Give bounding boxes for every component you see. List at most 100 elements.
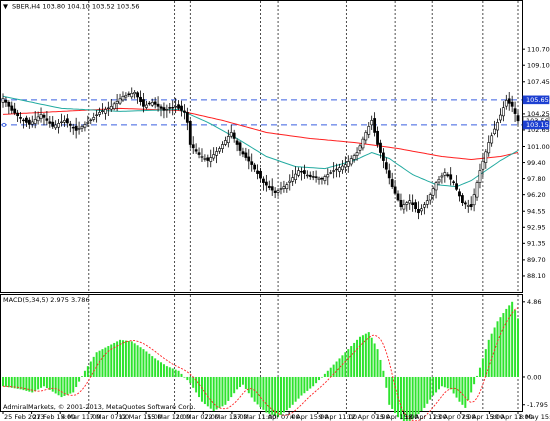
macd-bar — [437, 376, 440, 390]
candle-body — [63, 120, 66, 123]
candle-body — [153, 101, 157, 105]
candle-body — [267, 185, 271, 188]
macd-bar — [212, 376, 215, 411]
macd-bar — [414, 376, 417, 418]
y-tick-label: 101.00 — [527, 143, 550, 151]
macd-bar — [449, 376, 452, 390]
candle-body — [174, 106, 178, 108]
candle-body — [104, 109, 107, 114]
macd-bar — [177, 370, 180, 377]
macd-bar — [315, 376, 318, 384]
candle-body — [516, 115, 520, 122]
macd-bar — [361, 335, 364, 377]
macd-bar — [288, 376, 291, 408]
macd-bar — [265, 376, 268, 413]
y-tick-label: 99.40 — [527, 159, 546, 167]
symbol-hud: ▼ SBER,H4 103.80 104.10 103.52 103.56 — [3, 3, 140, 11]
macd-bar — [417, 376, 420, 415]
candle-body — [256, 170, 259, 174]
macd-bar — [423, 376, 426, 408]
macd-bar — [379, 359, 382, 377]
candle-body — [273, 190, 277, 193]
macd-bar — [154, 358, 157, 377]
candle-body — [405, 202, 409, 205]
candle-body — [349, 158, 353, 165]
macd-bar — [34, 376, 37, 391]
candle-body — [171, 107, 175, 109]
macd-bar — [75, 376, 78, 388]
macd-bar — [139, 347, 142, 377]
candle-body — [124, 95, 128, 98]
macd-bar — [189, 376, 192, 384]
macd-bar — [160, 362, 163, 377]
macd-bar — [452, 376, 455, 394]
y-tick-label: 110.70 — [527, 45, 550, 53]
y-tick-label: 107.45 — [527, 78, 550, 86]
y-tick-label: 91.35 — [527, 240, 546, 248]
candle-body — [250, 161, 254, 165]
candle-body — [285, 184, 289, 190]
candle-body — [279, 188, 283, 190]
macd-bar — [326, 370, 329, 377]
macd-bar — [458, 376, 461, 402]
chart-canvas[interactable]: 110.70109.10107.45105.80104.25102.65101.… — [0, 0, 550, 421]
level-anchor-icon[interactable] — [2, 122, 7, 127]
candle-body — [308, 174, 312, 177]
candle-body — [291, 177, 295, 182]
macd-bar — [192, 376, 195, 388]
macd-bar — [116, 341, 119, 377]
candle-body — [98, 112, 101, 115]
candle-body — [109, 106, 113, 110]
candle-body — [244, 152, 248, 158]
macd-bar — [505, 308, 508, 377]
x-tick-label: 8 May 15:00 — [519, 413, 550, 421]
macd-bar — [300, 376, 303, 396]
macd-bar — [382, 370, 385, 377]
candle-body — [458, 191, 461, 197]
macd-bar — [282, 376, 285, 413]
candle-body — [390, 179, 394, 187]
candle-body — [370, 120, 374, 126]
candle-body — [247, 156, 251, 162]
candle-body — [118, 98, 122, 104]
candle-body — [235, 140, 239, 145]
candle-body — [326, 174, 330, 178]
candle-body — [449, 174, 453, 180]
candle-body — [209, 157, 213, 162]
macd-bar — [306, 376, 309, 391]
macd-bar — [376, 349, 379, 377]
candle-body — [302, 170, 306, 174]
candle-body — [288, 180, 292, 183]
candle-body — [317, 177, 321, 180]
candle-body — [329, 172, 333, 174]
macd-bar — [256, 376, 259, 405]
candle-body — [159, 106, 163, 109]
candle-body — [414, 202, 417, 210]
macd-bar — [467, 376, 470, 401]
candle-body — [346, 161, 350, 167]
candle-body — [434, 182, 438, 191]
candle-body — [396, 193, 400, 201]
candle-body — [1, 98, 5, 103]
candle-body — [101, 110, 104, 112]
candle-body — [226, 136, 230, 143]
macd-bar — [4, 376, 7, 387]
macd-bar — [473, 376, 476, 385]
candle-body — [469, 204, 473, 208]
macd-bar — [277, 376, 280, 418]
candle-body — [65, 118, 69, 124]
candle-body — [57, 123, 60, 128]
macd-bar — [320, 376, 323, 378]
chart-background — [0, 0, 550, 421]
candle-body — [83, 124, 87, 128]
candle-body — [180, 105, 183, 111]
candle-body — [373, 118, 377, 133]
candle-body — [417, 208, 420, 214]
candle-body — [259, 170, 262, 179]
candle-body — [408, 200, 412, 204]
macd-bar — [508, 305, 511, 377]
price-badge: 103.15 — [522, 120, 550, 130]
macd-bar — [478, 367, 481, 377]
macd-bar — [499, 317, 502, 377]
candle-body — [22, 119, 25, 122]
